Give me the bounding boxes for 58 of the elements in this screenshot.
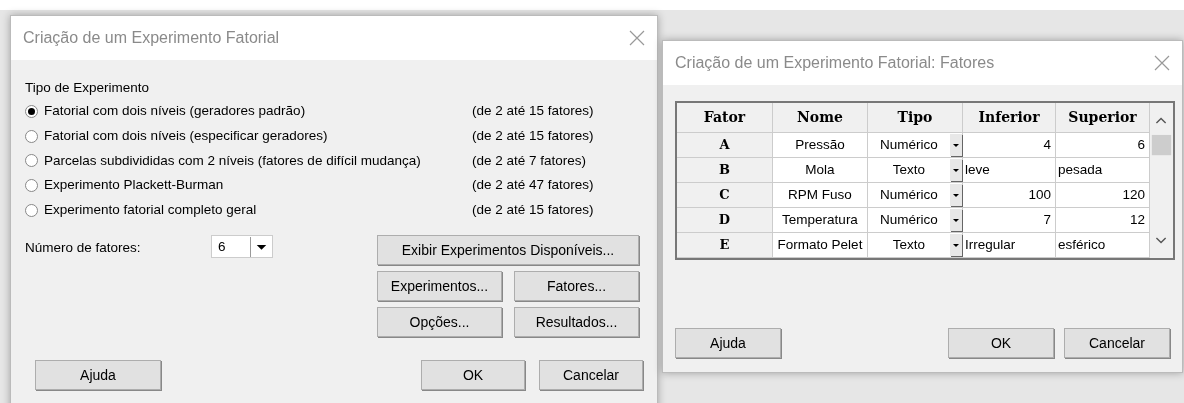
radio-button[interactable]: [25, 203, 38, 217]
table-cell[interactable]: 4: [963, 133, 1056, 158]
dialog-button[interactable]: Experimentos...: [377, 271, 502, 302]
table-cell[interactable]: Pressão: [773, 133, 868, 158]
row-header: C: [677, 183, 773, 208]
dialog-button[interactable]: Cancelar: [1064, 328, 1170, 358]
table-cell[interactable]: Irregular: [963, 233, 1056, 258]
factor-range: (de 2 até 7 fatores): [472, 151, 587, 170]
radio-button[interactable]: [25, 104, 38, 118]
type-dropdown[interactable]: Texto: [868, 233, 963, 258]
type-dropdown[interactable]: Texto: [868, 158, 963, 183]
table-cell[interactable]: 100: [963, 183, 1056, 208]
field-label: Número de fatores:: [25, 239, 142, 258]
factor-range: (de 2 até 15 fatores): [472, 102, 594, 121]
dialog-button[interactable]: Fatores...: [514, 271, 639, 302]
dialog-button[interactable]: Ajuda: [675, 328, 781, 358]
row-header: E: [677, 233, 773, 258]
row-header: D: [677, 208, 773, 233]
table-cell[interactable]: pesada: [1056, 158, 1150, 183]
table-cell[interactable]: 120: [1056, 183, 1150, 208]
table-cell[interactable]: 6: [1056, 133, 1150, 158]
table-cell[interactable]: esférico: [1056, 233, 1150, 258]
type-dropdown[interactable]: Numérico: [868, 183, 963, 208]
radio-button[interactable]: [25, 154, 38, 168]
dialog-button[interactable]: Opções...: [377, 307, 502, 338]
type-dropdown[interactable]: Numérico: [868, 208, 963, 233]
table-cell[interactable]: 12: [1056, 208, 1150, 233]
table-cell[interactable]: RPM Fuso: [773, 183, 868, 208]
dialog-button[interactable]: OK: [948, 328, 1054, 358]
radio-label[interactable]: Parcelas subdivididas com 2 níveis (fatores de difícil mudança): [44, 150, 421, 171]
window-title: Criação de um Experimento Fatorial: Fatores: [675, 53, 995, 73]
table-cell[interactable]: leve: [963, 158, 1056, 183]
radio-label[interactable]: Experimento Plackett-Burman: [44, 175, 224, 196]
table-cell[interactable]: Formato Pelet: [773, 233, 868, 258]
radio-button[interactable]: [25, 129, 38, 143]
group-label: Tipo de Experimento: [25, 79, 151, 97]
factor-range: (de 2 até 47 fatores): [472, 176, 594, 195]
factor-range: (de 2 até 15 fatores): [472, 200, 594, 219]
dialog-button[interactable]: Resultados...: [514, 307, 639, 338]
factor-range: (de 2 até 15 fatores): [472, 126, 594, 145]
radio-label[interactable]: Experimento fatorial completo geral: [44, 199, 257, 221]
dialog-button[interactable]: OK: [421, 360, 525, 391]
dialog-button[interactable]: Cancelar: [539, 360, 643, 391]
dialog-button[interactable]: Ajuda: [35, 360, 161, 391]
row-header: B: [677, 158, 773, 183]
window-title: Criação de um Experimento Fatorial: [23, 28, 280, 48]
close-icon[interactable]: [1154, 55, 1170, 71]
radio-button[interactable]: [25, 178, 38, 192]
row-header: A: [677, 133, 773, 158]
table-cell[interactable]: Mola: [773, 158, 868, 183]
table-cell[interactable]: 7: [963, 208, 1056, 233]
table-cell[interactable]: Temperatura: [773, 208, 868, 233]
radio-label[interactable]: Fatorial com dois níveis (geradores padrão): [44, 101, 306, 122]
type-dropdown[interactable]: Numérico: [868, 133, 963, 158]
close-icon[interactable]: [629, 30, 645, 46]
radio-label[interactable]: Fatorial com dois níveis (especificar geradores): [44, 125, 328, 147]
factor-count-dropdown[interactable]: 6: [211, 235, 273, 259]
dialog-button[interactable]: Exibir Experimentos Disponíveis...: [377, 235, 639, 266]
